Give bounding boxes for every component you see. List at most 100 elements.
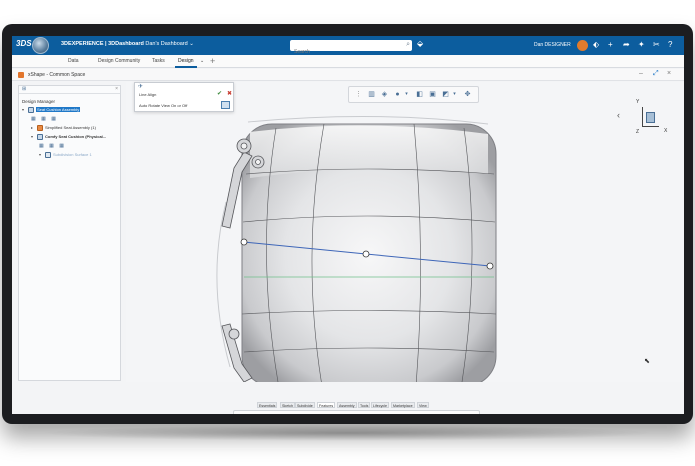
chevron-down-icon[interactable]: ▾ (450, 90, 459, 99)
xshape-app-icon (18, 72, 24, 78)
chevron-down-icon[interactable]: ▾ (284, 413, 293, 414)
dashboard-name[interactable]: Dan's Dashboard (145, 41, 187, 47)
view-cube-icon[interactable] (646, 112, 655, 123)
tree-item-label[interactable]: Comfy Seat Cushion (Physical... (45, 134, 106, 139)
compass-toggle-icon[interactable]: ✥ (463, 90, 472, 99)
tab-features[interactable]: Features (317, 402, 336, 408)
align-icon[interactable]: ◫ (354, 413, 363, 414)
tab-essentials[interactable]: Essentials (257, 402, 278, 408)
3ds-logo[interactable]: 3DS (16, 39, 32, 48)
tab-tasks[interactable]: Tasks (152, 58, 165, 64)
chevron-down-icon[interactable]: ⌄ (189, 41, 194, 47)
camera-icon[interactable]: ▣ (428, 90, 437, 99)
panel-title: Design Manager (22, 99, 56, 104)
visibility-icon[interactable]: ◧ (415, 90, 424, 99)
maximize-icon[interactable]: ⤢ (653, 70, 659, 78)
dashboard-tabs: Data Design Community Tasks Design ⌄ + (12, 55, 684, 68)
comfy-mini-icons[interactable]: ▦ ▦ ▦ (39, 143, 66, 149)
seat-cushion-model[interactable] (126, 82, 684, 398)
username[interactable]: Dan DESIGNER (534, 42, 571, 48)
panel-close-icon[interactable]: × (115, 86, 118, 92)
tree-item-root[interactable]: ▾ Seat Cushion Assembly (22, 107, 81, 114)
search-icon[interactable]: ⌕ (406, 41, 410, 49)
mouse-cursor-icon: ⬉ (644, 358, 650, 365)
compass-icon[interactable] (32, 37, 49, 54)
tab-design-community[interactable]: Design Community (98, 58, 140, 64)
device-shadow (40, 425, 655, 441)
shield-icon[interactable]: ⛉ (463, 413, 472, 414)
weld-icon[interactable]: ◧ (390, 413, 399, 414)
cut-icon[interactable]: ▮ (402, 413, 411, 414)
auto-rotate-toggle[interactable] (221, 101, 230, 109)
convert-icon[interactable]: ◰ (450, 413, 459, 414)
command-icon: ✈ (138, 84, 144, 90)
section-icon[interactable]: ◩ (441, 90, 450, 99)
tag-icon[interactable]: ⬙ (417, 39, 423, 48)
cancel-x-icon[interactable]: ✖ (227, 90, 232, 97)
ok-check-icon[interactable]: ✔ (217, 90, 222, 97)
render-style-icon[interactable]: ● (393, 90, 402, 99)
pattern-icon[interactable]: ⦶ (438, 413, 447, 414)
grip-icon[interactable]: ⋮ (354, 90, 363, 99)
section-tabs: Essentials Sketch Subdivide Features Ass… (257, 402, 460, 409)
extrude-icon[interactable]: ◭ (294, 413, 303, 414)
fit-all-icon[interactable]: ▥ (367, 90, 376, 99)
add-tab-icon[interactable]: + (210, 56, 215, 66)
app-bar: xShape - Common Space – ⤢ × (12, 69, 684, 81)
chevron-down-icon[interactable]: ▾ (265, 413, 274, 414)
share-icon[interactable]: ➦ (623, 40, 630, 50)
tab-tools[interactable]: Tools (358, 402, 371, 408)
tab-lifecycle[interactable]: Lifecycle (371, 402, 389, 408)
bridge-icon[interactable]: ◇ (330, 413, 339, 414)
active-tab-indicator (175, 66, 197, 68)
mirror-icon[interactable]: ⧉ (342, 413, 351, 414)
help-icon[interactable]: ? (668, 40, 672, 50)
3d-viewport[interactable] (126, 82, 684, 398)
tree-icon[interactable]: ⊞ (22, 86, 26, 92)
chevron-left-icon[interactable]: ‹ (617, 110, 620, 120)
avatar[interactable] (577, 40, 588, 51)
tab-marketplace[interactable]: Marketplace (391, 402, 415, 408)
panel-header: ⊞ × (19, 86, 120, 94)
tree-item-simplified[interactable]: ▸ Simplified Seat Assembly (1) (31, 125, 96, 132)
evaluate-icon[interactable]: ◑ (426, 413, 435, 414)
tools-icon[interactable]: ✂ (653, 40, 660, 50)
tree-item-label[interactable]: Subdivision Surface 1 (53, 152, 92, 157)
tab-data[interactable]: Data (68, 58, 79, 64)
chevron-down-icon[interactable]: ▾ (402, 90, 411, 99)
tab-subdivide[interactable]: Subdivide (295, 402, 315, 408)
tree-item-label[interactable]: Simplified Seat Assembly (1) (45, 125, 96, 130)
tab-sketch[interactable]: Sketch (280, 402, 295, 408)
app-title: 3DEXPERIENCE | 3DDashboard Dan's Dashboa… (61, 41, 194, 47)
crease-icon[interactable]: ◆ (366, 413, 375, 414)
subdivision-icon (45, 152, 51, 158)
tab-menu-chevron-icon[interactable]: ⌄ (200, 58, 204, 64)
tab-view[interactable]: View (417, 402, 429, 408)
subdivision-surface-icon[interactable]: ◲ (245, 413, 254, 414)
face-icon[interactable]: ◩ (306, 413, 315, 414)
surface-icon[interactable]: ◨ (318, 413, 327, 414)
control-point[interactable] (240, 238, 248, 246)
control-point[interactable] (486, 262, 494, 270)
tree-item-comfy[interactable]: ▾ Comfy Seat Cushion (Physical... (31, 134, 106, 141)
grip-icon[interactable]: ⋮ (236, 413, 245, 414)
communicate-icon[interactable]: ✦ (638, 40, 645, 50)
app-name: xShape - Common Space (28, 72, 86, 78)
axis-x-label: X (664, 128, 668, 134)
tree-item-label[interactable]: Seat Cushion Assembly (36, 107, 81, 113)
root-mini-icons[interactable]: ▦ ▦ ▦ (31, 116, 58, 122)
tab-design[interactable]: Design (178, 58, 194, 64)
views-icon[interactable]: ◈ (380, 90, 389, 99)
thicken-icon[interactable]: ◪ (414, 413, 423, 414)
control-point[interactable] (362, 250, 370, 258)
tree-item-subdivision[interactable]: ▾ Subdivision Surface 1 (39, 152, 92, 159)
physical-product-icon (37, 134, 43, 140)
fill-icon[interactable]: ◼ (378, 413, 387, 414)
view-toolbar: ⋮ ▥ ◈ ● ▾ ◧ ▣ ◩ ▾ ✥ (348, 86, 479, 103)
minimize-icon[interactable]: – (639, 70, 643, 77)
tab-assembly[interactable]: Assembly (337, 402, 357, 408)
close-icon[interactable]: × (667, 70, 671, 77)
search-box[interactable]: ⌕ (290, 40, 412, 58)
add-icon[interactable]: + (608, 40, 613, 50)
bookmark-icon[interactable]: ⬖ (593, 40, 599, 50)
